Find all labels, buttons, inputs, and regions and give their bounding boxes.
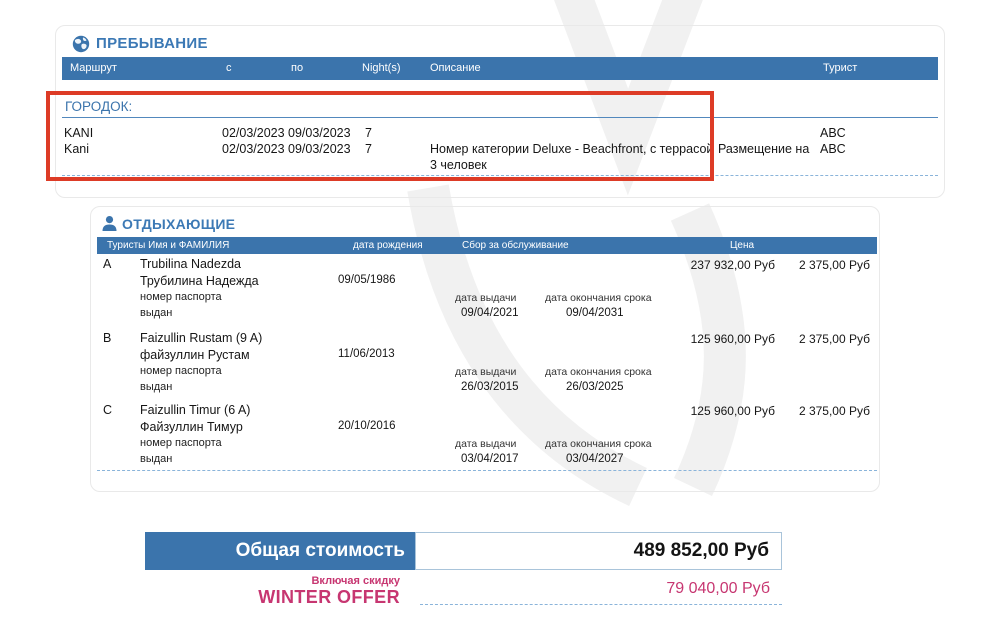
issued-label: выдан (140, 453, 172, 465)
stay-route: Kani (64, 142, 89, 156)
guest-letter: C (103, 403, 112, 417)
stay-bottom-divider (62, 175, 938, 176)
stay-col-from: с (226, 62, 232, 74)
guests-bottom-divider (97, 470, 877, 471)
guest-letter: B (103, 331, 111, 345)
issued-label: выдан (140, 381, 172, 393)
expiry-date-label: дата окончания срока (545, 366, 652, 378)
guests-col-name: Туристы Имя и ФАМИЛИЯ (107, 240, 229, 251)
table-row: C Faizullin Timur (6 A) 125 960,00 Руб 2… (0, 403, 1000, 473)
guest-price: 237 932,00 Руб (640, 258, 775, 272)
guests-section-title: ОТДЫХАЮЩИЕ (122, 216, 235, 232)
discount-divider (420, 604, 782, 605)
guest-latin-name: Trubilina Nadezda (140, 257, 241, 271)
total-cost-value: 489 852,00 Руб (415, 532, 782, 570)
stay-nights: 7 (365, 142, 372, 156)
stay-from: 02/03/2023 (222, 142, 285, 156)
guests-col-service: Сбор за обслуживание (462, 240, 569, 251)
guest-letter: A (103, 257, 111, 271)
expiry-date-label: дата окончания срока (545, 292, 652, 304)
table-row: A Trubilina Nadezda 237 932,00 Руб 2 375… (0, 257, 1000, 327)
stay-description-line2: 3 человек (430, 158, 487, 172)
stay-col-to: по (291, 62, 303, 74)
guest-cyrillic-name: Трубилина Надежда (140, 274, 259, 288)
passport-label: номер паспорта (140, 291, 222, 303)
stay-to: 09/03/2023 (288, 142, 351, 156)
stay-section-title: ПРЕБЫВАНИЕ (96, 35, 208, 52)
guest-latin-name: Faizullin Rustam (9 A) (140, 331, 262, 345)
issue-date-label: дата выдачи (455, 438, 516, 450)
stay-to: 09/03/2023 (288, 126, 351, 140)
guest-fee: 2 375,00 Руб (790, 332, 870, 346)
discount-name: WINTER OFFER (180, 587, 400, 608)
guest-price: 125 960,00 Руб (640, 332, 775, 346)
issue-date-label: дата выдачи (455, 366, 516, 378)
guest-cyrillic-name: файзуллин Рустам (140, 348, 250, 362)
guest-fee: 2 375,00 Руб (790, 258, 870, 272)
stay-group-label: ГОРОДОК: (65, 99, 132, 114)
guest-birth-date: 09/05/1986 (338, 274, 396, 286)
issued-label: выдан (140, 307, 172, 319)
guest-expiry-date: 26/03/2025 (566, 381, 624, 393)
guests-col-price: Цена (730, 240, 754, 251)
total-cost-label: Общая стоимость (145, 532, 415, 570)
passport-label: номер паспорта (140, 437, 222, 449)
stay-description: Номер категории Deluxe - Beachfront, с т… (430, 142, 713, 156)
person-icon (101, 215, 118, 232)
stay-col-tourist: Турист (823, 62, 857, 74)
guest-issue-date: 03/04/2017 (461, 453, 519, 465)
globe-icon (72, 35, 90, 53)
stay-tourist: ABC (820, 142, 846, 156)
issue-date-label: дата выдачи (455, 292, 516, 304)
stay-col-description: Описание (430, 62, 481, 74)
stay-route: KANI (64, 126, 93, 140)
guest-price: 125 960,00 Руб (640, 404, 775, 418)
discount-value: 79 040,00 Руб (600, 580, 770, 598)
stay-nights: 7 (365, 126, 372, 140)
stay-group-rule (62, 117, 938, 118)
guests-col-birth: дата рождения (353, 240, 423, 251)
guest-birth-date: 20/10/2016 (338, 420, 396, 432)
guest-expiry-date: 03/04/2027 (566, 453, 624, 465)
stay-from: 02/03/2023 (222, 126, 285, 140)
discount-label: Включая скидку (250, 575, 400, 587)
expiry-date-label: дата окончания срока (545, 438, 652, 450)
table-row: B Faizullin Rustam (9 A) 125 960,00 Руб … (0, 331, 1000, 401)
stay-placement: Размещение на (718, 142, 809, 156)
guest-latin-name: Faizullin Timur (6 A) (140, 403, 250, 417)
booking-document: ПРЕБЫВАНИЕ Маршрут с по Night(s) Описани… (0, 0, 1000, 618)
guest-fee: 2 375,00 Руб (790, 404, 870, 418)
guest-expiry-date: 09/04/2031 (566, 307, 624, 319)
guest-birth-date: 11/06/2013 (338, 348, 395, 360)
guests-table-header-bar: Туристы Имя и ФАМИЛИЯ дата рождения Сбор… (97, 237, 877, 254)
stay-table-header-bar: Маршрут с по Night(s) Описание Турист (62, 57, 938, 80)
guest-cyrillic-name: Файзуллин Тимур (140, 420, 243, 434)
stay-col-route: Маршрут (70, 62, 117, 74)
passport-label: номер паспорта (140, 365, 222, 377)
guest-issue-date: 09/04/2021 (461, 307, 519, 319)
stay-col-nights: Night(s) (362, 62, 401, 74)
stay-tourist: ABC (820, 126, 846, 140)
guest-issue-date: 26/03/2015 (461, 381, 519, 393)
